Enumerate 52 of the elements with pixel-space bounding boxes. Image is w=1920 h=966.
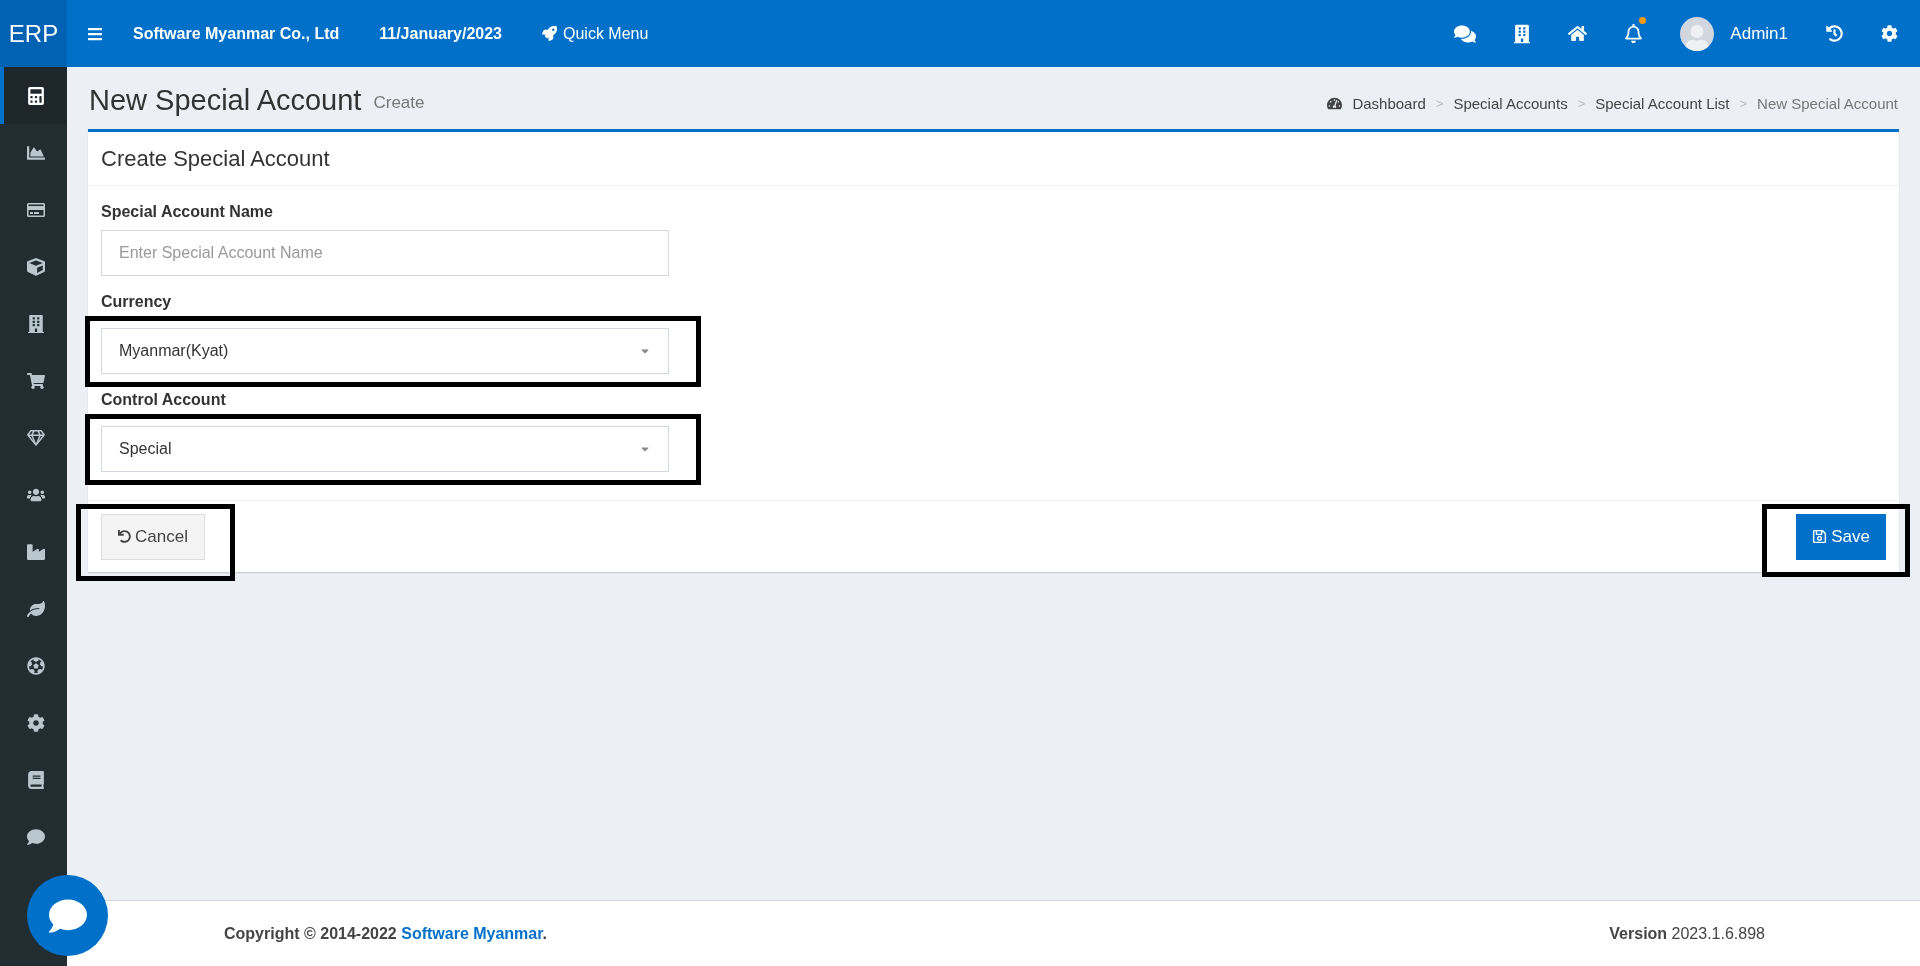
field-label: Currency bbox=[101, 292, 172, 312]
cube-icon bbox=[26, 257, 45, 276]
erp-logo[interactable]: ERP bbox=[0, 0, 67, 67]
book-icon bbox=[26, 770, 45, 789]
save-icon bbox=[1812, 529, 1828, 544]
company-name: Software Myanmar Co., Ltd bbox=[133, 23, 340, 44]
history-icon[interactable] bbox=[1826, 25, 1843, 42]
breadcrumb-link[interactable]: Special Accounts bbox=[1453, 92, 1568, 115]
quick-menu-link[interactable]: Quick Menu bbox=[542, 21, 649, 46]
sidebar-item[interactable] bbox=[0, 67, 67, 124]
home-icon[interactable] bbox=[1568, 25, 1588, 42]
credit-card-icon bbox=[26, 200, 45, 219]
select-dropdown[interactable]: Special bbox=[101, 426, 669, 472]
notification-bell-icon[interactable] bbox=[1625, 24, 1643, 43]
page-title: New Special Account bbox=[89, 86, 362, 115]
area-chart-icon bbox=[26, 143, 45, 162]
breadcrumb-link[interactable]: New Special Account bbox=[1757, 92, 1898, 115]
company-link[interactable]: Software Myanmar bbox=[401, 924, 543, 942]
user-name[interactable]: Admin1 bbox=[1730, 20, 1788, 47]
breadcrumb-link[interactable]: Special Account List bbox=[1595, 92, 1730, 115]
page-subtitle: Create bbox=[373, 91, 425, 114]
settings-icon[interactable] bbox=[1881, 25, 1898, 42]
card-title: Create Special Account bbox=[101, 145, 330, 173]
cancel-button[interactable]: Cancel bbox=[101, 513, 205, 560]
save-button[interactable]: Save bbox=[1796, 513, 1886, 560]
field-label: Special Account Name bbox=[101, 202, 273, 222]
copyright-text: Copyright © 2014-2022 Software Myanmar. bbox=[224, 923, 548, 944]
building-icon[interactable] bbox=[1514, 23, 1531, 44]
calculator-icon bbox=[26, 86, 45, 105]
cart-icon bbox=[26, 371, 45, 390]
breadcrumb-separator: > bbox=[1435, 95, 1444, 113]
menu-icon[interactable] bbox=[87, 25, 103, 42]
dashboard-icon bbox=[1327, 96, 1343, 112]
rocket-icon bbox=[542, 26, 557, 41]
version-text: Version 2023.1.6.898 bbox=[1609, 923, 1765, 944]
chat-icon[interactable] bbox=[1454, 23, 1477, 44]
factory-icon bbox=[26, 542, 45, 561]
speech-bubble-icon bbox=[26, 827, 45, 846]
date-text: 11/January/2023 bbox=[379, 23, 502, 44]
text-input[interactable]: Enter Special Account Name bbox=[101, 230, 669, 276]
breadcrumb-separator: > bbox=[1739, 95, 1748, 113]
breadcrumb-separator: > bbox=[1577, 95, 1586, 113]
speech-bubble-icon bbox=[48, 896, 87, 935]
leaf-icon bbox=[26, 599, 45, 618]
undo-icon bbox=[118, 530, 131, 543]
breadcrumb-link[interactable]: Dashboard bbox=[1352, 92, 1426, 115]
settings-icon bbox=[26, 713, 45, 732]
avatar bbox=[1680, 16, 1715, 51]
field-label: Control Account bbox=[101, 390, 226, 410]
building-icon bbox=[26, 314, 45, 333]
gem-icon bbox=[26, 428, 45, 447]
select-dropdown[interactable]: Myanmar(Kyat) bbox=[101, 328, 669, 374]
